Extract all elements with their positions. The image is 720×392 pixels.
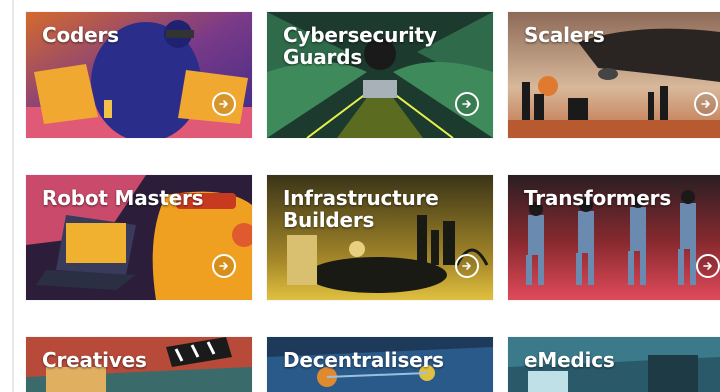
card-title: Transformers (524, 186, 672, 210)
card-title: Robot Masters (42, 186, 204, 210)
card-title: Scalers (524, 23, 605, 47)
card-emedics[interactable]: eMedics (508, 337, 720, 392)
arrow-right-icon[interactable] (212, 254, 236, 278)
card-title: Decentralisers (283, 348, 444, 372)
card-title: Creatives (42, 348, 147, 372)
arrow-right-icon[interactable] (212, 92, 236, 116)
card-title: eMedics (524, 348, 615, 372)
card-robot-masters[interactable]: Robot Masters (26, 175, 252, 300)
arrow-right-icon[interactable] (455, 92, 479, 116)
card-title: Cybersecurity Guards (283, 23, 437, 69)
arrow-right-icon[interactable] (694, 92, 718, 116)
card-scalers[interactable]: Scalers (508, 12, 720, 138)
card-creatives[interactable]: Creatives (26, 337, 252, 392)
card-title: Coders (42, 23, 119, 47)
page-left-divider (12, 0, 14, 392)
card-infrastructure-builders[interactable]: Infrastructure Builders (267, 175, 493, 300)
arrow-right-icon[interactable] (696, 254, 720, 278)
card-coders[interactable]: Coders (26, 12, 252, 138)
card-transformers[interactable]: Transformers (508, 175, 720, 300)
card-cybersecurity-guards[interactable]: Cybersecurity Guards (267, 12, 493, 138)
card-title: Infrastructure Builders (283, 186, 439, 232)
arrow-right-icon[interactable] (455, 254, 479, 278)
card-decentralisers[interactable]: Decentralisers (267, 337, 493, 392)
